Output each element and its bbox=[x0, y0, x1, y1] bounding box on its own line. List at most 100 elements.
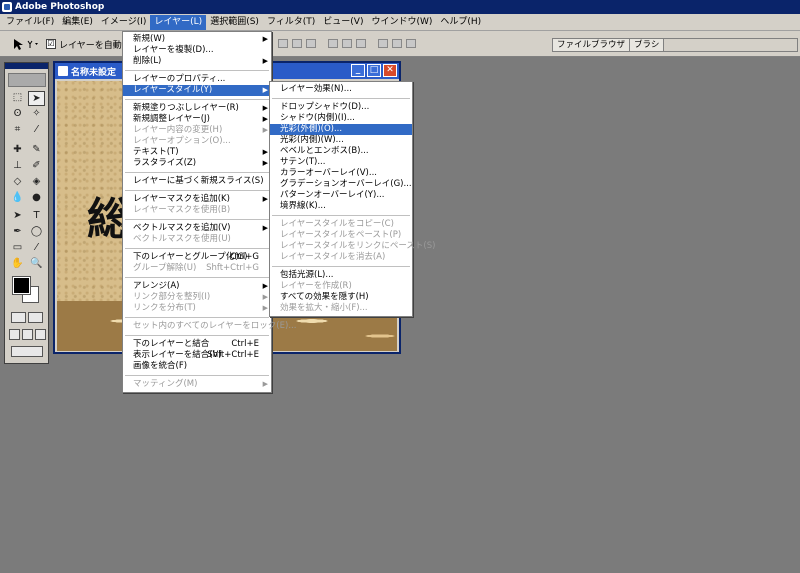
style-submenu-item[interactable]: 光彩(外側)(O)... bbox=[270, 124, 412, 135]
style-submenu-item[interactable]: サテン(T)... bbox=[270, 157, 412, 168]
eraser-tool-icon[interactable]: ◇ bbox=[9, 175, 26, 190]
style-submenu-item[interactable]: 光彩(内側)(W)... bbox=[270, 135, 412, 146]
distribute-icon[interactable] bbox=[378, 39, 388, 48]
style-submenu-item[interactable]: パターンオーバーレイ(Y)... bbox=[270, 190, 412, 201]
screen-mode-standard-icon[interactable] bbox=[9, 329, 20, 340]
move-tool-icon[interactable]: ➤ bbox=[28, 91, 45, 106]
paint-bucket-icon[interactable]: ◈ bbox=[28, 175, 45, 190]
screen-mode-full-icon[interactable] bbox=[35, 329, 46, 340]
layer-menu-item[interactable]: アレンジ(A) ▶ bbox=[123, 281, 271, 292]
shape-tool-icon[interactable]: ◯ bbox=[28, 225, 45, 240]
submenu-arrow-icon: ▶ bbox=[262, 35, 268, 43]
align-icon[interactable] bbox=[278, 39, 288, 48]
align-icon[interactable] bbox=[342, 39, 352, 48]
layer-menu-item[interactable]: 下のレイヤーとグループ化(G) Ctrl+G bbox=[123, 252, 271, 263]
menu-separator bbox=[272, 215, 410, 216]
pen-tool-icon[interactable]: ✒ bbox=[9, 225, 26, 240]
magic-wand-icon[interactable]: ✧ bbox=[28, 107, 45, 122]
align-icon[interactable] bbox=[292, 39, 302, 48]
style-submenu-item[interactable]: 境界線(K)... bbox=[270, 201, 412, 212]
layer-menu-item-label: ラスタライズ(Z) bbox=[133, 158, 197, 168]
align-icon[interactable] bbox=[328, 39, 338, 48]
dodge-tool-icon[interactable]: ● bbox=[28, 191, 45, 206]
maximize-button[interactable]: □ bbox=[367, 64, 381, 77]
tab-brushes[interactable]: ブラシ bbox=[630, 39, 665, 51]
menu-8[interactable]: ヘルプ(H) bbox=[436, 15, 485, 30]
layer-menu-item[interactable]: レイヤーのプロパティ... bbox=[123, 74, 271, 85]
tab-file-browser[interactable]: ファイルブラウザ bbox=[553, 39, 631, 51]
layer-menu-item[interactable]: 新規塗りつぶしレイヤー(R) ▶ bbox=[123, 103, 271, 114]
menu-2[interactable]: イメージ(I) bbox=[97, 15, 151, 30]
brush-tool-icon[interactable]: ✎ bbox=[28, 143, 45, 158]
jump-to-imageready-icon[interactable] bbox=[11, 346, 43, 357]
style-submenu-item: レイヤースタイルをペースト(P) bbox=[270, 230, 412, 241]
clone-stamp-icon[interactable]: ⊥ bbox=[9, 159, 26, 174]
style-submenu-item[interactable]: グラデーションオーバーレイ(G)... bbox=[270, 179, 412, 190]
layer-menu: 新規(W) ▶ レイヤーを複製(D)... 削除(L) ▶ レイヤーのプロパティ... レイ… bbox=[122, 31, 296, 393]
standard-mode-icon[interactable] bbox=[11, 312, 26, 323]
menu-1[interactable]: 編集(E) bbox=[58, 15, 97, 30]
layer-menu-item[interactable]: 画像を統合(F) bbox=[123, 361, 271, 372]
crop-tool-icon[interactable]: ⌗ bbox=[9, 123, 26, 138]
layer-menu-item-label: レイヤーのプロパティ... bbox=[133, 74, 226, 84]
distribute-icon[interactable] bbox=[406, 39, 416, 48]
notes-tool-icon[interactable]: ▭ bbox=[9, 241, 26, 256]
foreground-color-swatch[interactable] bbox=[12, 276, 31, 295]
close-button[interactable]: ✕ bbox=[383, 64, 397, 77]
layer-menu-item[interactable]: レイヤースタイル(Y) ▶ bbox=[123, 85, 271, 96]
layer-menu-item[interactable]: 削除(L) ▶ bbox=[123, 56, 271, 67]
layer-menu-item[interactable]: テキスト(T) ▶ bbox=[123, 147, 271, 158]
layer-menu-item[interactable]: レイヤーを複製(D)... bbox=[123, 45, 271, 56]
menu-6[interactable]: ビュー(V) bbox=[319, 15, 367, 30]
layer-menu-item-label: ベクトルマスクを使用(U) bbox=[133, 234, 231, 244]
style-submenu-item[interactable]: カラーオーバーレイ(V)... bbox=[270, 168, 412, 179]
layer-menu-item[interactable]: ラスタライズ(Z) ▶ bbox=[123, 158, 271, 169]
menu-7[interactable]: ウインドウ(W) bbox=[367, 15, 436, 30]
type-tool-icon[interactable]: T bbox=[28, 209, 45, 224]
distribute-icon[interactable] bbox=[392, 39, 402, 48]
layer-menu-item-label: ベクトルマスクを追加(V) bbox=[133, 223, 231, 233]
style-submenu-item[interactable]: 包括光源(L)... bbox=[270, 270, 412, 281]
layer-menu-item[interactable]: レイヤーに基づく新規スライス(S) bbox=[123, 176, 271, 187]
menubar: ファイル(F) 編集(E) イメージ(I) レイヤー(L) 選択範囲(S) フィルタ(T)… bbox=[0, 14, 800, 31]
style-submenu-item[interactable]: すべての効果を隠す(H) bbox=[270, 292, 412, 303]
layer-menu-item-label: レイヤースタイル(Y) bbox=[133, 85, 213, 95]
history-brush-icon[interactable]: ✐ bbox=[28, 159, 45, 174]
menu-3[interactable]: レイヤー(L) bbox=[150, 14, 207, 30]
style-submenu-item[interactable]: ベベルとエンボス(B)... bbox=[270, 146, 412, 157]
move-tool-preset-icon[interactable] bbox=[12, 38, 40, 51]
layer-menu-item[interactable]: レイヤーマスクを追加(K) ▶ bbox=[123, 194, 271, 205]
slice-tool-icon[interactable]: ⁄ bbox=[28, 123, 45, 138]
minimize-button[interactable]: _ bbox=[351, 64, 365, 77]
style-submenu-item-label: 境界線(K)... bbox=[280, 201, 326, 211]
adobe-logo-icon[interactable] bbox=[8, 73, 46, 87]
marquee-tool-icon[interactable]: ⬚ bbox=[9, 91, 26, 106]
blur-tool-icon[interactable]: 💧 bbox=[9, 191, 26, 206]
layer-menu-item[interactable]: 下のレイヤーと結合 Ctrl+E bbox=[123, 339, 271, 350]
style-submenu-item-label: レイヤースタイルをペースト(P) bbox=[280, 230, 402, 240]
lasso-tool-icon[interactable]: ʘ bbox=[9, 107, 26, 122]
layer-style-submenu: レイヤー効果(N)... ドロップシャドウ(D)... シャドウ(内側)(I)...… bbox=[269, 81, 435, 317]
path-select-icon[interactable]: ➤ bbox=[9, 209, 26, 224]
menu-4[interactable]: 選択範囲(S) bbox=[206, 15, 263, 30]
layer-menu-item-label: グループ解除(U) bbox=[133, 263, 197, 273]
layer-menu-item[interactable]: ベクトルマスクを追加(V) ▶ bbox=[123, 223, 271, 234]
layer-menu-item[interactable]: 表示レイヤーを結合(V) Shft+Ctrl+E bbox=[123, 350, 271, 361]
menu-0[interactable]: ファイル(F) bbox=[2, 15, 58, 30]
style-submenu-item[interactable]: ドロップシャドウ(D)... bbox=[270, 102, 412, 113]
layer-menu-item[interactable]: 新規(W) ▶ bbox=[123, 34, 271, 45]
eyedropper-icon[interactable]: ⁄ bbox=[28, 241, 45, 256]
style-submenu-item-label: 効果を拡大・縮小(F)... bbox=[280, 303, 368, 313]
hand-tool-icon[interactable]: ✋ bbox=[9, 257, 26, 272]
screen-mode-menu-icon[interactable] bbox=[22, 329, 33, 340]
auto-select-checkbox[interactable]: ☑ bbox=[46, 39, 56, 49]
zoom-tool-icon[interactable]: 🔍 bbox=[28, 257, 45, 272]
align-icon[interactable] bbox=[306, 39, 316, 48]
align-icon[interactable] bbox=[356, 39, 366, 48]
quick-mask-icon[interactable] bbox=[28, 312, 43, 323]
healing-brush-icon[interactable]: ✚ bbox=[9, 143, 26, 158]
style-submenu-item[interactable]: レイヤー効果(N)... bbox=[270, 84, 412, 95]
menu-5[interactable]: フィルタ(T) bbox=[263, 15, 319, 30]
layer-menu-item[interactable]: 新規調整レイヤー(J) ▶ bbox=[123, 114, 271, 125]
style-submenu-item[interactable]: シャドウ(内側)(I)... bbox=[270, 113, 412, 124]
